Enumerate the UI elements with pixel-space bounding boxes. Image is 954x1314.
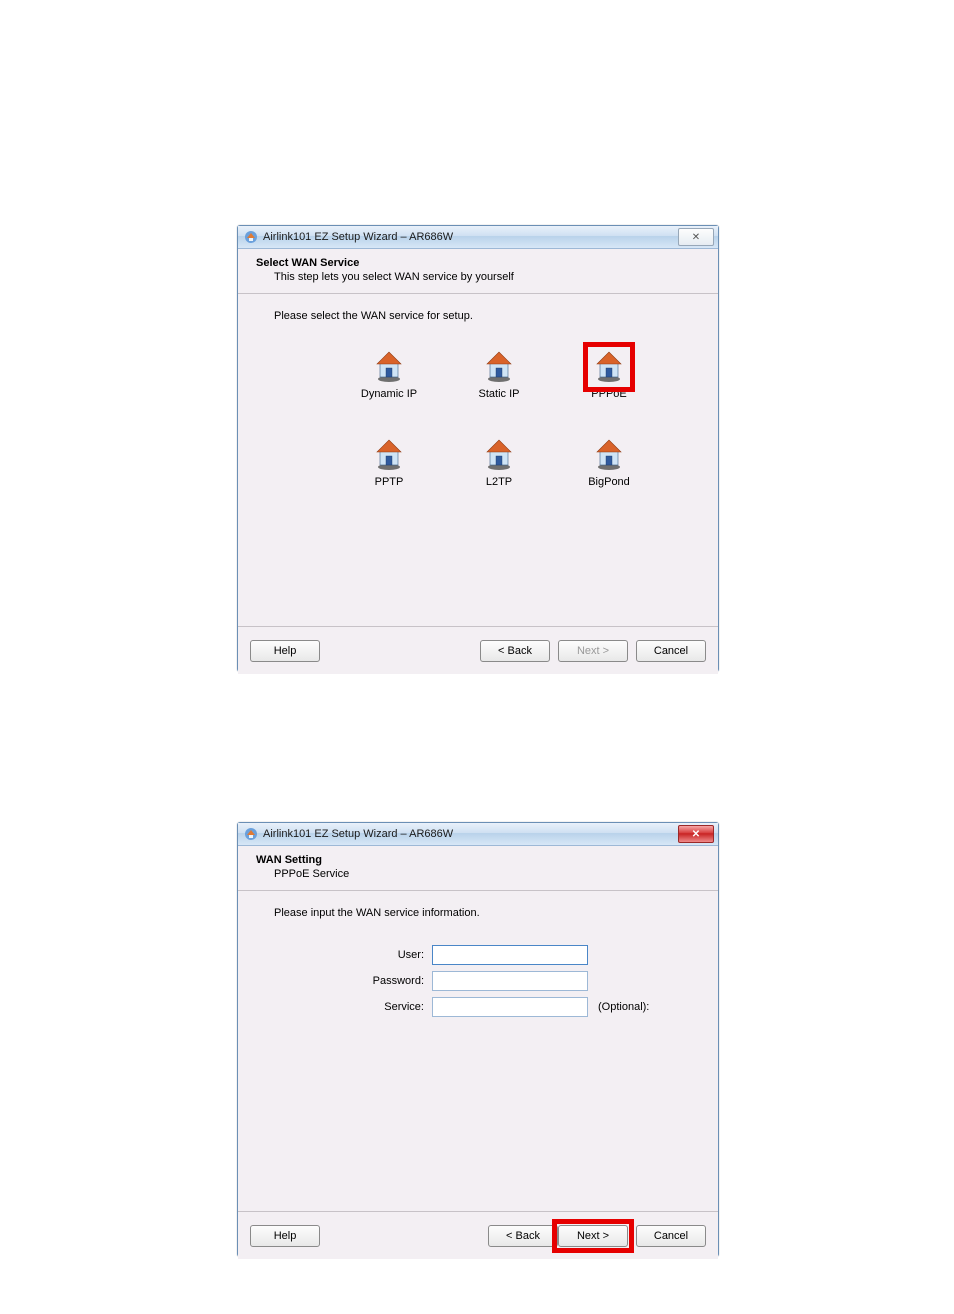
wizard-step-title: Select WAN Service [256, 257, 700, 269]
cancel-button[interactable]: Cancel [636, 1225, 706, 1247]
close-icon: ✕ [692, 829, 700, 840]
wan-option-label: L2TP [486, 476, 512, 488]
wizard-header: Select WAN Service This step lets you se… [238, 249, 718, 294]
house-icon [591, 436, 627, 472]
app-icon [244, 827, 258, 841]
titlebar: Airlink101 EZ Setup Wizard – AR686W ✕ [238, 226, 718, 249]
app-icon [244, 230, 258, 244]
user-input[interactable] [432, 945, 588, 965]
house-icon [481, 436, 517, 472]
house-icon [371, 348, 407, 384]
wizard-body: Please select the WAN service for setup.… [238, 294, 718, 626]
next-button[interactable]: Next > [558, 1225, 628, 1247]
back-button[interactable]: < Back [480, 640, 550, 662]
window-title: Airlink101 EZ Setup Wizard – AR686W [263, 231, 678, 243]
user-label: User: [338, 949, 424, 961]
wizard-window-wan-setting: Airlink101 EZ Setup Wizard – AR686W ✕ WA… [237, 822, 719, 1257]
wan-option-label: Static IP [479, 388, 520, 400]
wizard-body: Please input the WAN service information… [238, 891, 718, 1211]
close-button[interactable]: ✕ [678, 825, 714, 843]
password-input[interactable] [432, 971, 588, 991]
wan-option-bigpond[interactable]: BigPond [554, 436, 664, 488]
wan-option-dynamic-ip[interactable]: Dynamic IP [334, 348, 444, 400]
wan-option-static-ip[interactable]: Static IP [444, 348, 554, 400]
wan-option-label: PPPoE [591, 388, 626, 400]
house-icon [591, 348, 627, 384]
wizard-step-title: WAN Setting [256, 854, 700, 866]
instruction-text: Please input the WAN service information… [274, 907, 706, 919]
wizard-footer: Help < Back Next > Cancel [238, 628, 718, 674]
wizard-window-select-wan: Airlink101 EZ Setup Wizard – AR686W ✕ Se… [237, 225, 719, 672]
wan-option-pptp[interactable]: PPTP [334, 436, 444, 488]
service-label: Service: [338, 1001, 424, 1013]
back-button[interactable]: < Back [488, 1225, 558, 1247]
password-label: Password: [338, 975, 424, 987]
wan-option-label: PPTP [375, 476, 404, 488]
titlebar: Airlink101 EZ Setup Wizard – AR686W ✕ [238, 823, 718, 846]
wan-option-pppoe[interactable]: PPPoE [554, 348, 664, 400]
wan-option-label: BigPond [588, 476, 630, 488]
wan-option-label: Dynamic IP [361, 388, 417, 400]
window-title: Airlink101 EZ Setup Wizard – AR686W [263, 828, 678, 840]
help-button[interactable]: Help [250, 640, 320, 662]
instruction-text: Please select the WAN service for setup. [274, 310, 706, 322]
wizard-step-subtitle: PPPoE Service [274, 868, 700, 880]
service-input[interactable] [432, 997, 588, 1017]
wan-option-l2tp[interactable]: L2TP [444, 436, 554, 488]
close-icon: ✕ [692, 232, 700, 243]
next-button[interactable]: Next > [558, 640, 628, 662]
cancel-button[interactable]: Cancel [636, 640, 706, 662]
house-icon [481, 348, 517, 384]
service-optional-label: (Optional): [598, 1001, 649, 1013]
house-icon [371, 436, 407, 472]
close-button[interactable]: ✕ [678, 228, 714, 246]
wizard-step-subtitle: This step lets you select WAN service by… [274, 271, 700, 283]
help-button[interactable]: Help [250, 1225, 320, 1247]
wizard-header: WAN Setting PPPoE Service [238, 846, 718, 891]
wizard-footer: Help < Back Next > Cancel [238, 1213, 718, 1259]
